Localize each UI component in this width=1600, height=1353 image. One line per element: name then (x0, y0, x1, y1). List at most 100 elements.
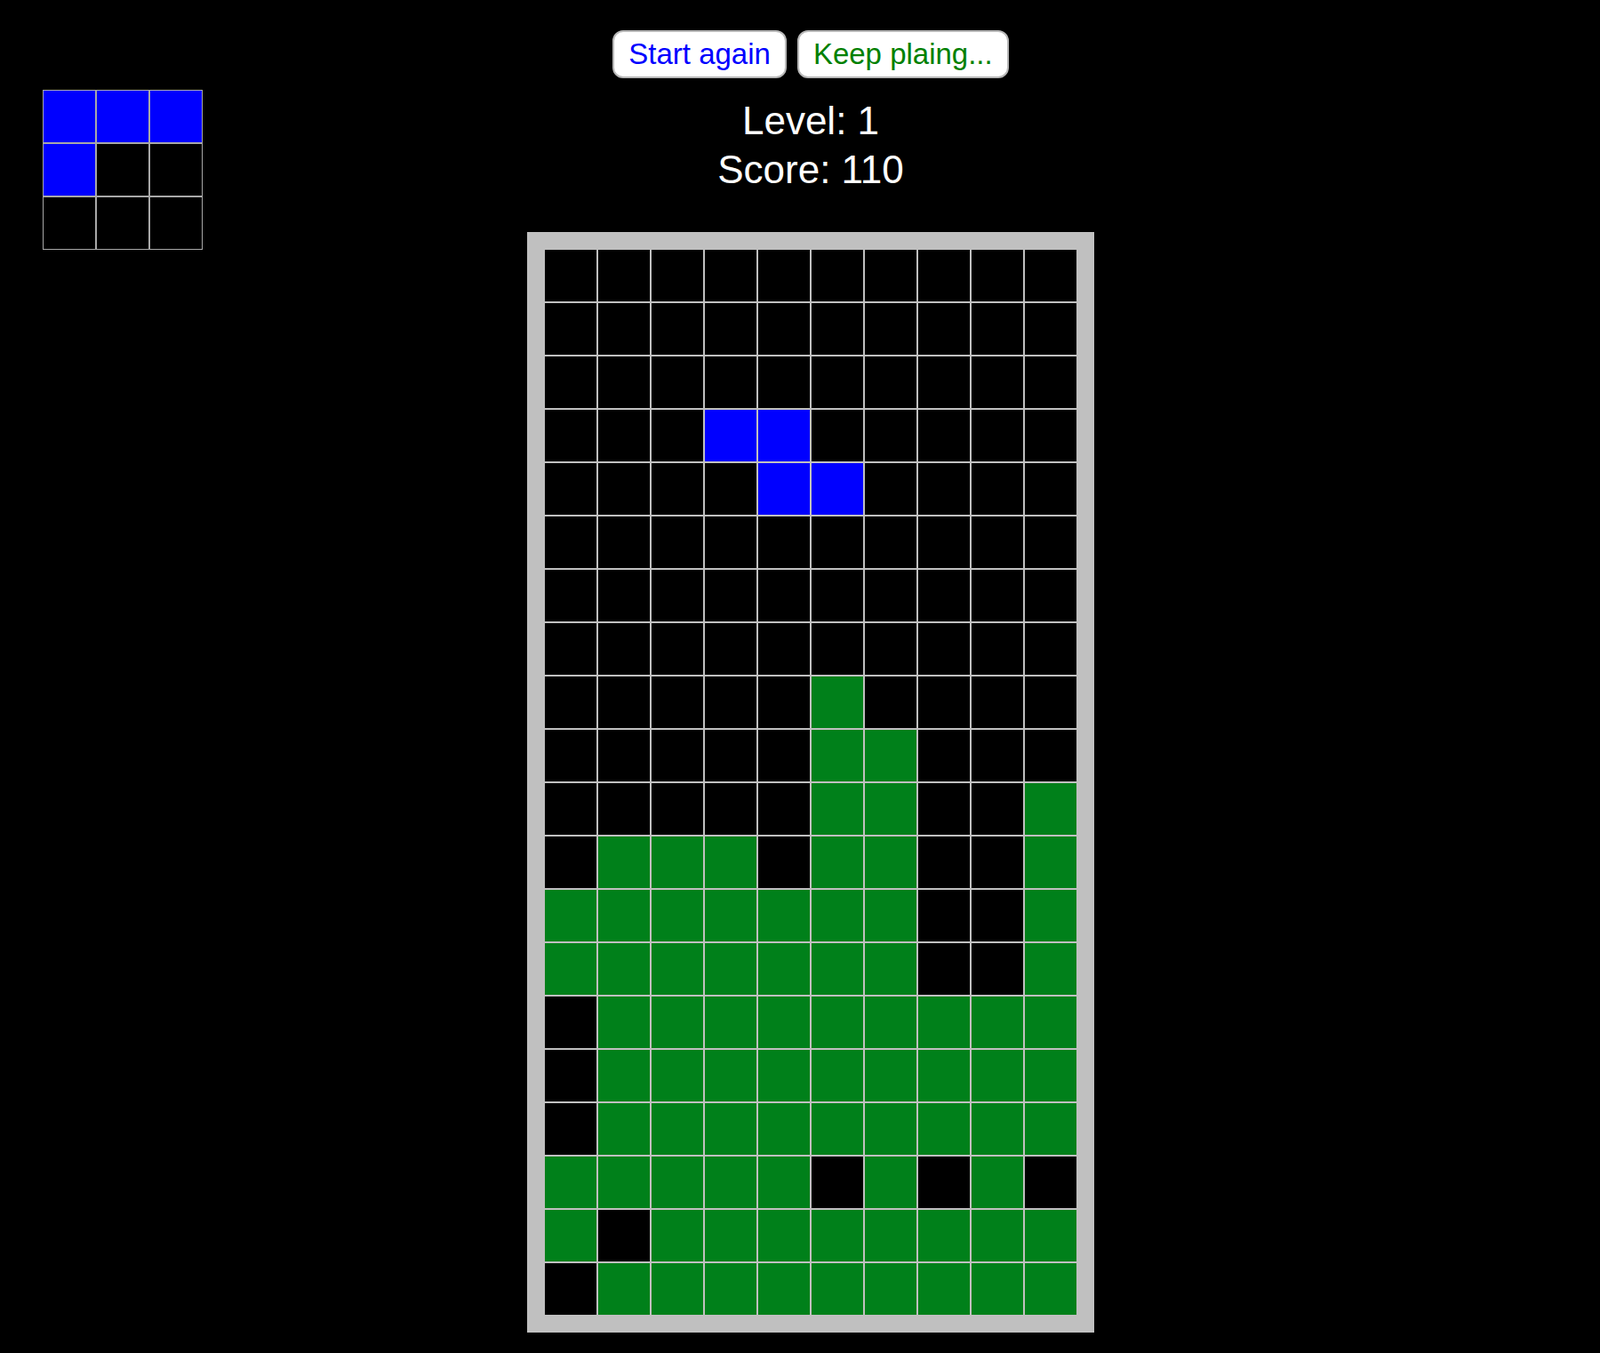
board-cell-empty (704, 569, 757, 622)
board-cell-empty (918, 729, 970, 782)
board-cell-empty (651, 729, 704, 782)
board-cell-settled (811, 783, 864, 835)
board-cell-settled (811, 1103, 864, 1155)
board-cell-empty (704, 676, 757, 728)
board-cell-empty (971, 783, 1024, 835)
board-cell-settled (1024, 1263, 1077, 1315)
board-cell-settled (864, 1156, 917, 1208)
board-cell-active (704, 409, 757, 462)
board-cell-settled (811, 729, 864, 782)
board-cell-empty (918, 569, 970, 622)
board-cell-settled (864, 1263, 917, 1315)
board-cell-settled (651, 943, 704, 995)
board-cell-settled (598, 943, 650, 995)
board-cell-settled (704, 836, 757, 888)
board-cell-settled (598, 1156, 650, 1208)
board-cell-empty (971, 836, 1024, 888)
board-cell-settled (864, 1209, 917, 1262)
board-cell-empty (1024, 569, 1077, 622)
board-cell-settled (811, 943, 864, 995)
board-cell-empty (918, 783, 970, 835)
board-cell-empty (811, 569, 864, 622)
board-cell-empty (651, 463, 704, 515)
board-cell-empty (971, 463, 1024, 515)
board-cell-empty (704, 463, 757, 515)
board-cell-settled (864, 1049, 917, 1102)
board-cell-empty (758, 836, 810, 888)
board-cell-empty (544, 729, 597, 782)
button-row: Start againKeep plaing... (612, 30, 1008, 79)
board-cell-empty (864, 303, 917, 355)
board-cell-settled (758, 1156, 810, 1208)
board-cell-settled (971, 1156, 1024, 1208)
keep-playing-button[interactable]: Keep plaing... (797, 30, 1009, 79)
game-board (527, 232, 1095, 1333)
board-cell-settled (811, 836, 864, 888)
board-cell-empty (598, 623, 650, 675)
board-cell-settled (864, 783, 917, 835)
board-cell-empty (544, 1263, 597, 1315)
board-cell-empty (1024, 1156, 1077, 1208)
board-cell-empty (598, 409, 650, 462)
board-cell-empty (864, 463, 917, 515)
board-cell-empty (811, 356, 864, 408)
board-cell-empty (704, 783, 757, 835)
board-cell-empty (544, 623, 597, 675)
board-cell-empty (544, 676, 597, 728)
board-cell-empty (971, 889, 1024, 942)
board-cell-empty (598, 463, 650, 515)
preview-cell-empty (150, 144, 202, 196)
board-cell-empty (651, 356, 704, 408)
board-cell-empty (651, 409, 704, 462)
board-cell-settled (1024, 1103, 1077, 1155)
board-cell-empty (918, 836, 970, 888)
board-cell-empty (811, 516, 864, 568)
board-cell-settled (598, 1263, 650, 1315)
board-cell-settled (651, 836, 704, 888)
board-cell-settled (758, 943, 810, 995)
board-cell-empty (651, 249, 704, 302)
board-cell-empty (864, 516, 917, 568)
board-cell-empty (758, 303, 810, 355)
board-cell-settled (758, 996, 810, 1048)
board-cell-empty (971, 569, 1024, 622)
board-cell-active (758, 463, 810, 515)
preview-cell-empty (96, 197, 149, 249)
board-cell-empty (971, 676, 1024, 728)
board-cell-empty (544, 1049, 597, 1102)
board-cell-empty (598, 676, 650, 728)
board-cell-empty (544, 409, 597, 462)
board-cell-settled (811, 676, 864, 728)
start-again-button[interactable]: Start again (612, 30, 787, 79)
board-cell-settled (598, 1103, 650, 1155)
board-cell-empty (598, 569, 650, 622)
board-cell-settled (598, 836, 650, 888)
board-cell-settled (864, 729, 917, 782)
preview-cell-active (96, 90, 149, 143)
board-cell-empty (651, 676, 704, 728)
board-cell-settled (544, 889, 597, 942)
score-label: Score: 110 (717, 144, 904, 194)
board-cell-empty (918, 623, 970, 675)
board-cell-active (758, 409, 810, 462)
board-cell-empty (971, 409, 1024, 462)
board-cell-empty (1024, 623, 1077, 675)
board-cell-empty (971, 943, 1024, 995)
board-cell-empty (651, 783, 704, 835)
board-cell-settled (864, 889, 917, 942)
board-cell-settled (598, 889, 650, 942)
board-cell-empty (651, 303, 704, 355)
board-cell-empty (971, 729, 1024, 782)
preview-cell-empty (43, 197, 96, 249)
board-cell-settled (811, 1049, 864, 1102)
board-cell-empty (544, 516, 597, 568)
board-cell-empty (758, 569, 810, 622)
board-cell-settled (598, 996, 650, 1048)
board-cell-settled (811, 1263, 864, 1315)
board-cell-settled (971, 996, 1024, 1048)
board-cell-settled (918, 1209, 970, 1262)
board-cell-settled (918, 1049, 970, 1102)
board-cell-settled (544, 1209, 597, 1262)
game-page: Start againKeep plaing... Level: 1Score: … (0, 0, 1600, 1353)
level-label: Level: 1 (742, 96, 880, 145)
